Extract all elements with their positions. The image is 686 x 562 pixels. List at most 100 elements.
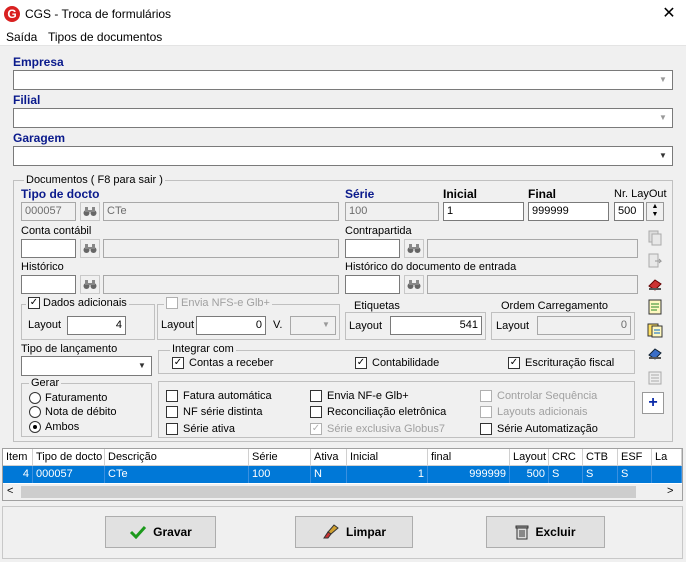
envia-nfe-option[interactable]: Envia NF-e Glb+ bbox=[310, 390, 409, 402]
contas-receber-checkbox[interactable]: ✓ bbox=[172, 357, 184, 369]
fatura-automatica-checkbox[interactable] bbox=[166, 390, 178, 402]
cell-tipo-docto: 000057 bbox=[33, 466, 105, 483]
garagem-combo[interactable]: ▼ bbox=[13, 146, 673, 166]
envia-nfs-checkbox[interactable] bbox=[166, 297, 178, 309]
add-icon[interactable]: + bbox=[642, 392, 664, 414]
final-field[interactable]: 999999 bbox=[528, 202, 609, 221]
envia-nfe-checkbox[interactable] bbox=[310, 390, 322, 402]
menu-tipos-documentos[interactable]: Tipos de documentos bbox=[48, 30, 162, 44]
ambos-radio[interactable] bbox=[29, 421, 41, 433]
controlar-sequencia-checkbox[interactable] bbox=[480, 390, 492, 402]
dados-adicionais-layout-field[interactable]: 4 bbox=[67, 316, 126, 335]
gerar-ambos[interactable]: Ambos bbox=[29, 421, 79, 433]
col-ctb[interactable]: CTB bbox=[583, 449, 618, 466]
chevron-down-icon[interactable]: ▼ bbox=[655, 110, 671, 126]
cell-final: 999999 bbox=[428, 466, 510, 483]
table-row[interactable]: 4 000057 CTe 100 N 1 999999 500 S S S bbox=[3, 466, 682, 483]
col-esf[interactable]: ESF bbox=[618, 449, 652, 466]
col-la[interactable]: La bbox=[652, 449, 682, 466]
report-icon[interactable] bbox=[644, 296, 666, 318]
escrituracao-checkbox[interactable]: ✓ bbox=[508, 357, 520, 369]
controlar-sequencia-option[interactable]: Controlar Sequência bbox=[480, 390, 597, 402]
dados-adicionais-header: ✓ Dados adicionais bbox=[26, 297, 129, 309]
window-title: CGS - Troca de formulários bbox=[25, 7, 172, 21]
binoculars-icon[interactable] bbox=[80, 275, 100, 294]
empresa-combo[interactable]: ▼ bbox=[13, 70, 673, 90]
nota-debito-radio[interactable] bbox=[29, 406, 41, 418]
copy-docs-icon[interactable] bbox=[644, 227, 666, 249]
col-final[interactable]: final bbox=[428, 449, 510, 466]
serie-field[interactable]: 100 bbox=[345, 202, 439, 221]
fatura-automatica-option[interactable]: Fatura automática bbox=[166, 390, 272, 402]
integrar-contabilidade[interactable]: ✓ Contabilidade bbox=[355, 357, 439, 369]
col-inicial[interactable]: Inicial bbox=[347, 449, 428, 466]
serie-ativa-label: Série ativa bbox=[183, 423, 235, 435]
nf-serie-distinta-checkbox[interactable] bbox=[166, 406, 178, 418]
scroll-right-icon[interactable]: > bbox=[667, 485, 673, 497]
scrollbar-thumb[interactable] bbox=[21, 486, 636, 498]
col-layout[interactable]: Layout bbox=[510, 449, 549, 466]
nf-serie-distinta-option[interactable]: NF série distinta bbox=[166, 406, 262, 418]
gerar-faturamento[interactable]: Faturamento bbox=[29, 392, 107, 404]
contrapartida-code-field[interactable] bbox=[345, 239, 400, 258]
list-icon[interactable] bbox=[644, 367, 666, 389]
nr-layout-spinner[interactable]: ▲ ▼ bbox=[646, 202, 664, 221]
historico-code-field[interactable] bbox=[21, 275, 76, 294]
export-doc-icon[interactable] bbox=[644, 250, 666, 272]
excluir-button[interactable]: Excluir bbox=[486, 516, 605, 548]
gerar-nota-debito[interactable]: Nota de débito bbox=[29, 406, 117, 418]
serie-automatizacao-checkbox[interactable] bbox=[480, 423, 492, 435]
col-item[interactable]: Item bbox=[3, 449, 33, 466]
binoculars-icon[interactable] bbox=[80, 239, 100, 258]
dados-adicionais-checkbox[interactable]: ✓ bbox=[28, 297, 40, 309]
integrar-escrituracao[interactable]: ✓ Escrituração fiscal bbox=[508, 357, 614, 369]
clear-icon[interactable] bbox=[644, 342, 666, 364]
layouts-adicionais-checkbox[interactable] bbox=[480, 406, 492, 418]
binoculars-icon[interactable] bbox=[404, 275, 424, 294]
chevron-down-icon[interactable]: ▼ bbox=[134, 358, 150, 374]
col-descricao[interactable]: Descrição bbox=[105, 449, 249, 466]
nr-layout-field[interactable]: 500 bbox=[614, 202, 644, 221]
tipo-lancamento-combo[interactable]: ▼ bbox=[21, 356, 152, 376]
chevron-down-icon[interactable]: ▼ bbox=[322, 320, 330, 329]
horizontal-scrollbar[interactable]: < > bbox=[3, 484, 682, 500]
filial-combo[interactable]: ▼ bbox=[13, 108, 673, 128]
serie-ativa-option[interactable]: Série ativa bbox=[166, 423, 235, 435]
ordem-carregamento-layout-field[interactable]: 0 bbox=[537, 316, 631, 335]
col-ativa[interactable]: Ativa bbox=[311, 449, 347, 466]
serie-ativa-checkbox[interactable] bbox=[166, 423, 178, 435]
reconciliacao-checkbox[interactable] bbox=[310, 406, 322, 418]
serie-exclusiva-option[interactable]: ✓ Série exclusiva Globus7 bbox=[310, 423, 445, 435]
integrar-contas-receber[interactable]: ✓ Contas a receber bbox=[172, 357, 273, 369]
chevron-down-icon[interactable]: ▼ bbox=[655, 148, 671, 164]
historico-entrada-code-field[interactable] bbox=[345, 275, 400, 294]
ordem-carregamento-label: Ordem Carregamento bbox=[499, 300, 610, 312]
binoculars-icon[interactable] bbox=[404, 239, 424, 258]
contabilidade-checkbox[interactable]: ✓ bbox=[355, 357, 367, 369]
close-button[interactable]: ✕ bbox=[656, 3, 682, 25]
reconciliacao-option[interactable]: Reconciliação eletrônica bbox=[310, 406, 446, 418]
conta-contabil-code-field[interactable] bbox=[21, 239, 76, 258]
chevron-down-icon[interactable]: ▼ bbox=[655, 72, 671, 88]
serie-label: Série bbox=[345, 187, 375, 201]
col-serie[interactable]: Série bbox=[249, 449, 311, 466]
layouts-adicionais-option[interactable]: Layouts adicionais bbox=[480, 406, 588, 418]
col-tipo-docto[interactable]: Tipo de docto bbox=[33, 449, 105, 466]
scroll-left-icon[interactable]: < bbox=[7, 485, 13, 497]
gravar-button[interactable]: Gravar bbox=[105, 516, 216, 548]
eraser-icon[interactable] bbox=[644, 273, 666, 295]
limpar-button[interactable]: Limpar bbox=[295, 516, 413, 548]
etiquetas-layout-field[interactable]: 541 bbox=[390, 316, 482, 335]
envia-nfs-layout-field[interactable]: 0 bbox=[196, 316, 266, 335]
serie-exclusiva-checkbox[interactable]: ✓ bbox=[310, 423, 322, 435]
inicial-field[interactable]: 1 bbox=[443, 202, 524, 221]
menu-saida[interactable]: Saída bbox=[6, 30, 37, 44]
historico-entrada-desc-field bbox=[427, 275, 638, 294]
binoculars-icon[interactable] bbox=[80, 202, 100, 221]
serie-automatizacao-option[interactable]: Série Automatização bbox=[480, 423, 598, 435]
tipo-docto-code-field[interactable]: 000057 bbox=[21, 202, 76, 221]
documents-icon[interactable] bbox=[644, 319, 666, 341]
col-crc[interactable]: CRC bbox=[549, 449, 583, 466]
faturamento-radio[interactable] bbox=[29, 392, 41, 404]
garagem-label: Garagem bbox=[13, 131, 66, 145]
